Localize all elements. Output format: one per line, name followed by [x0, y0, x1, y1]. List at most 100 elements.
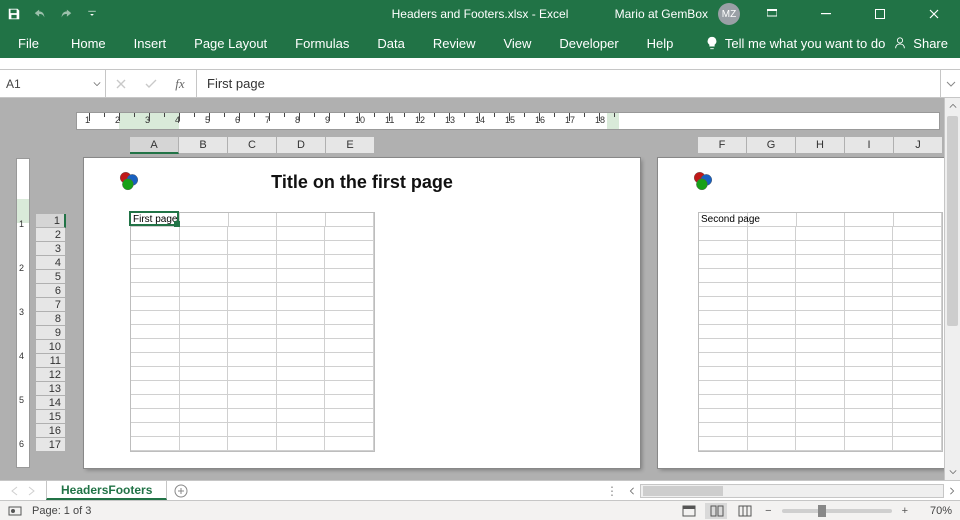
scroll-up-icon[interactable]: [945, 98, 960, 114]
cell[interactable]: [277, 311, 326, 325]
cell[interactable]: [180, 353, 229, 367]
formula-bar-input[interactable]: [197, 70, 940, 97]
cell[interactable]: [228, 437, 277, 451]
cell[interactable]: [277, 213, 326, 227]
cell[interactable]: [796, 437, 845, 451]
cell[interactable]: [699, 227, 748, 241]
cell[interactable]: [699, 395, 748, 409]
cell[interactable]: [228, 325, 277, 339]
cell[interactable]: [748, 213, 797, 227]
cell[interactable]: [180, 241, 229, 255]
cell[interactable]: [228, 353, 277, 367]
cell[interactable]: [699, 353, 748, 367]
zoom-slider-knob[interactable]: [818, 505, 826, 517]
cell[interactable]: [893, 311, 942, 325]
cell[interactable]: [845, 381, 894, 395]
zoom-in-button[interactable]: +: [898, 505, 912, 517]
cell[interactable]: [277, 423, 326, 437]
cell[interactable]: [893, 423, 942, 437]
scroll-left-icon[interactable]: [624, 487, 640, 495]
tab-split-handle-icon[interactable]: ⋮: [600, 484, 624, 498]
cell[interactable]: [699, 297, 748, 311]
cell[interactable]: [180, 213, 229, 227]
cell[interactable]: [131, 241, 180, 255]
scroll-down-icon[interactable]: [945, 464, 960, 480]
tab-help[interactable]: Help: [633, 28, 688, 58]
cell[interactable]: [748, 339, 797, 353]
cell[interactable]: [180, 381, 229, 395]
cell[interactable]: [796, 311, 845, 325]
cell[interactable]: [699, 409, 748, 423]
tab-data[interactable]: Data: [363, 28, 418, 58]
column-header[interactable]: C: [228, 136, 277, 154]
cell[interactable]: [228, 409, 277, 423]
cell[interactable]: [228, 255, 277, 269]
cell[interactable]: [131, 269, 180, 283]
cell[interactable]: [748, 395, 797, 409]
cell[interactable]: [180, 227, 229, 241]
cell[interactable]: [131, 367, 180, 381]
cell[interactable]: [325, 339, 374, 353]
cell[interactable]: First page: [131, 213, 180, 227]
cell[interactable]: [845, 437, 894, 451]
cell[interactable]: [180, 311, 229, 325]
cell[interactable]: [845, 367, 894, 381]
cell[interactable]: [131, 409, 180, 423]
enter-formula-icon[interactable]: [136, 70, 166, 97]
maximize-button[interactable]: [858, 0, 902, 28]
cell[interactable]: [796, 227, 845, 241]
cell[interactable]: [699, 437, 748, 451]
cell[interactable]: [748, 367, 797, 381]
cell[interactable]: [893, 269, 942, 283]
row-header[interactable]: 6: [36, 284, 66, 298]
cell[interactable]: [796, 367, 845, 381]
cell[interactable]: [325, 409, 374, 423]
cell[interactable]: [277, 241, 326, 255]
cell[interactable]: [277, 381, 326, 395]
cell[interactable]: [893, 409, 942, 423]
cell[interactable]: [131, 381, 180, 395]
cell[interactable]: [277, 339, 326, 353]
cell[interactable]: [748, 311, 797, 325]
cell[interactable]: [180, 395, 229, 409]
scroll-right-icon[interactable]: [944, 487, 960, 495]
cell[interactable]: [845, 269, 894, 283]
close-button[interactable]: [912, 0, 956, 28]
tab-formulas[interactable]: Formulas: [281, 28, 363, 58]
cell[interactable]: [893, 325, 942, 339]
cell[interactable]: [845, 241, 894, 255]
cell[interactable]: [845, 283, 894, 297]
cell[interactable]: [699, 381, 748, 395]
row-header[interactable]: 15: [36, 410, 66, 424]
row-header[interactable]: 11: [36, 354, 66, 368]
cell[interactable]: [131, 423, 180, 437]
new-sheet-button[interactable]: [167, 481, 195, 500]
qat-customize-icon[interactable]: [84, 6, 100, 22]
cell[interactable]: [796, 269, 845, 283]
tab-file[interactable]: File: [0, 28, 57, 58]
cell[interactable]: [748, 297, 797, 311]
cell[interactable]: [796, 283, 845, 297]
cell[interactable]: [325, 353, 374, 367]
cell[interactable]: [325, 325, 374, 339]
cell[interactable]: [228, 241, 277, 255]
cell[interactable]: [325, 437, 374, 451]
cell[interactable]: [699, 423, 748, 437]
cell[interactable]: [748, 241, 797, 255]
cell[interactable]: [180, 283, 229, 297]
cell[interactable]: [131, 283, 180, 297]
cell[interactable]: [325, 381, 374, 395]
column-header[interactable]: F: [698, 136, 747, 154]
sheet-tab-headersfooters[interactable]: HeadersFooters: [46, 481, 167, 500]
tab-view[interactable]: View: [489, 28, 545, 58]
cell[interactable]: [699, 283, 748, 297]
cell[interactable]: [325, 241, 374, 255]
cell[interactable]: [845, 409, 894, 423]
save-icon[interactable]: [6, 6, 22, 22]
cell[interactable]: [277, 227, 326, 241]
row-header[interactable]: 14: [36, 396, 66, 410]
cell[interactable]: [180, 367, 229, 381]
tab-developer[interactable]: Developer: [545, 28, 632, 58]
cell[interactable]: [131, 255, 180, 269]
cancel-formula-icon[interactable]: [106, 70, 136, 97]
